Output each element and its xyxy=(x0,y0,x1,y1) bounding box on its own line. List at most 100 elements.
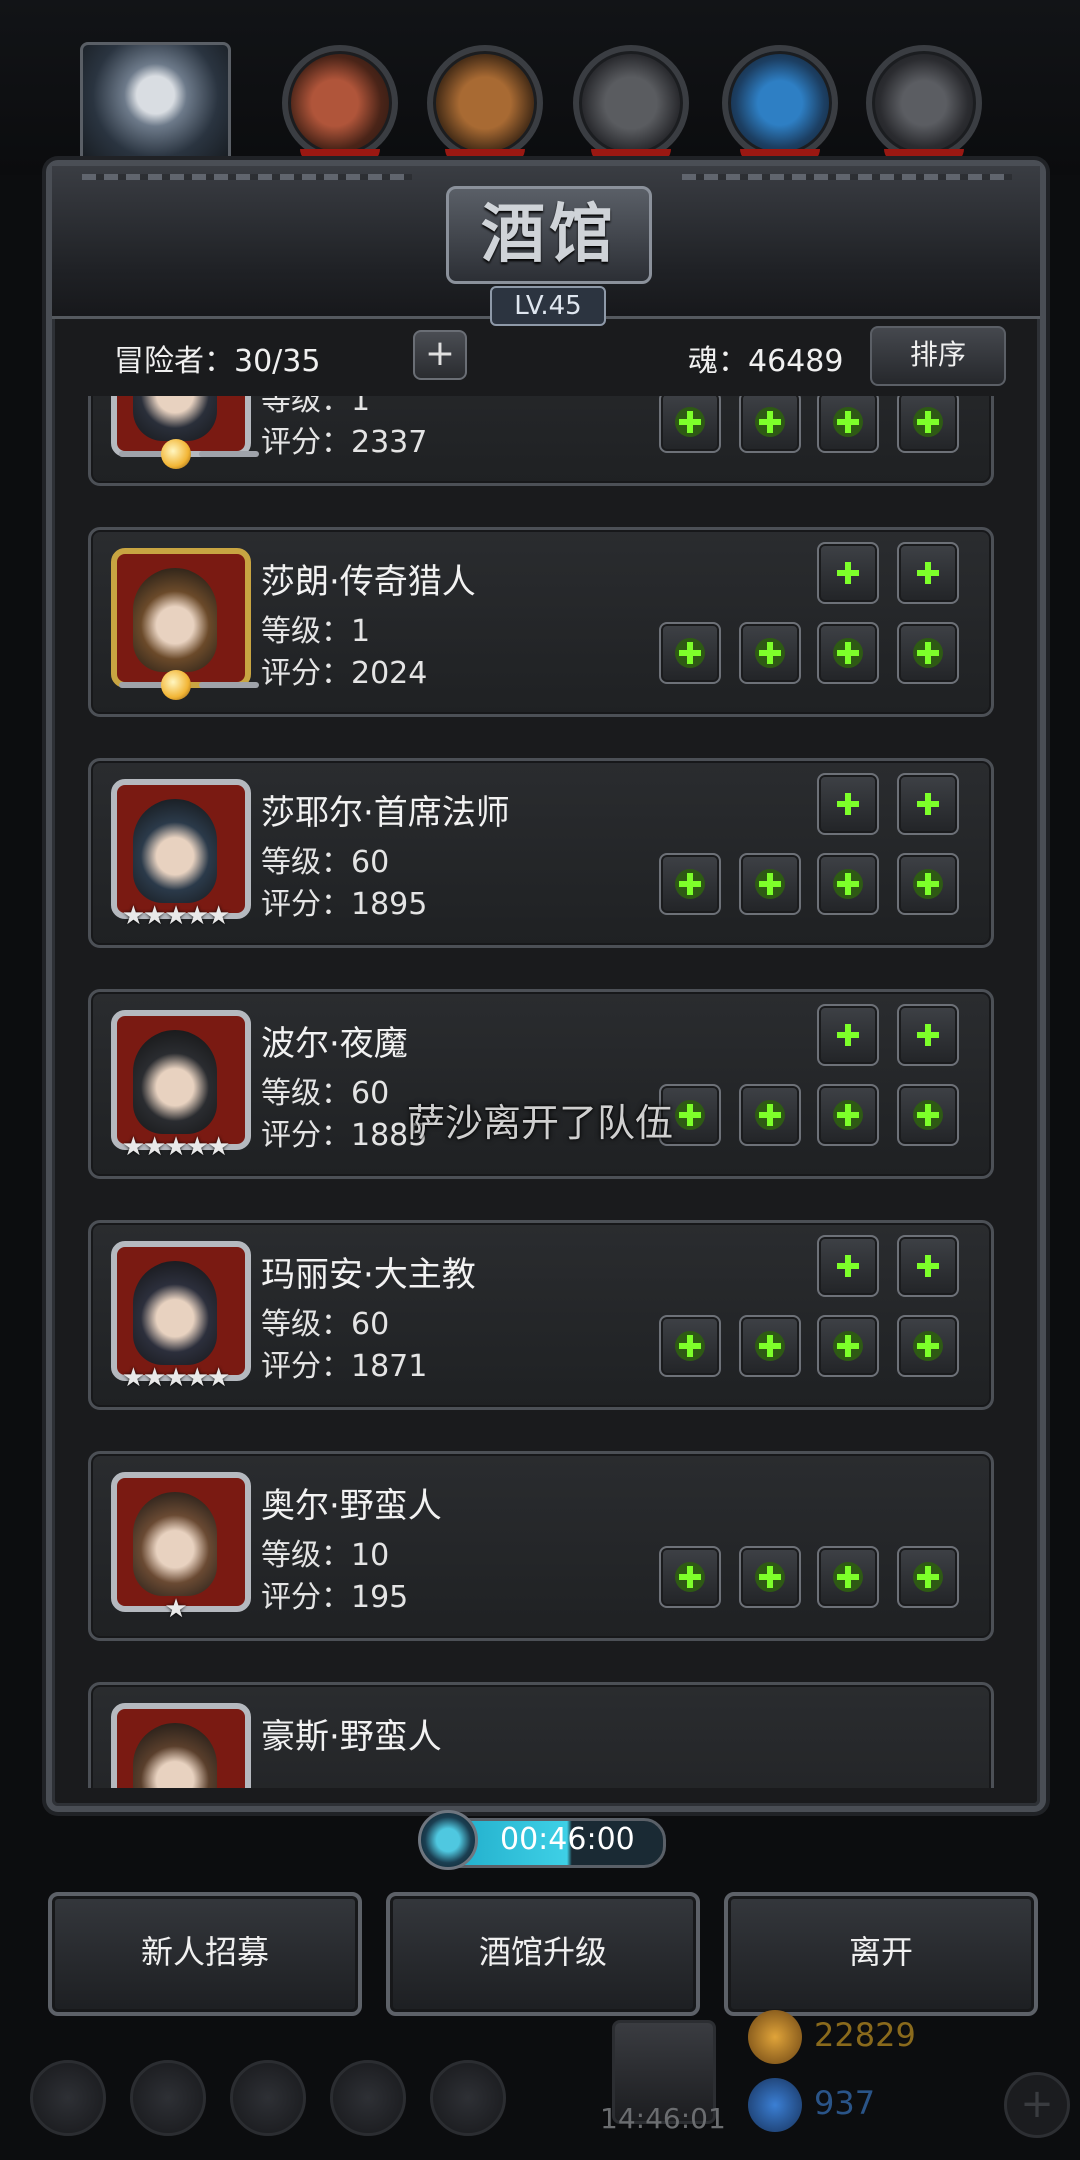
leave-button[interactable]: 离开 xyxy=(724,1892,1038,2016)
gear-slot[interactable] xyxy=(739,1084,801,1146)
gear-slot-special[interactable] xyxy=(897,773,959,835)
gear-slot[interactable] xyxy=(739,1315,801,1377)
hero-portrait[interactable] xyxy=(111,779,251,919)
gear-slot[interactable] xyxy=(897,622,959,684)
wood-icon[interactable] xyxy=(427,45,543,163)
chain-decoration xyxy=(682,174,1012,180)
hero-score: 评分：195 xyxy=(261,1580,409,1615)
hero-list[interactable]: 等级：1 评分：2337 莎朗·传奇猎人 等级：1 评分：2024 ★★★★★ 莎耶尔·首席… xyxy=(66,396,1014,1788)
add-icon xyxy=(675,1562,705,1592)
gear-slot-special[interactable] xyxy=(817,1004,879,1066)
gear-slot[interactable] xyxy=(659,1084,721,1146)
hero-face xyxy=(133,1030,217,1134)
gear-slot[interactable] xyxy=(817,1315,879,1377)
gear-slot-special[interactable] xyxy=(897,542,959,604)
add-icon xyxy=(913,558,943,588)
hero-card[interactable]: 等级：1 评分：2337 xyxy=(88,396,994,486)
add-icon xyxy=(833,1562,863,1592)
settings-icon[interactable] xyxy=(30,2060,106,2136)
crystal-icon[interactable] xyxy=(722,45,838,163)
player-avatar[interactable] xyxy=(80,42,231,173)
gear-slot[interactable] xyxy=(897,1315,959,1377)
hero-name: 莎朗·传奇猎人 xyxy=(261,562,476,602)
add-icon xyxy=(675,638,705,668)
gold-coin-icon xyxy=(748,2010,802,2064)
gear-slot[interactable] xyxy=(659,622,721,684)
add-icon xyxy=(833,1100,863,1130)
panel-header: 酒馆 LV.45 xyxy=(52,166,1040,326)
hero-portrait[interactable] xyxy=(111,1010,251,1150)
gear-slot[interactable] xyxy=(897,1084,959,1146)
hero-face xyxy=(133,1261,217,1365)
hero-level: 等级：1 xyxy=(261,614,371,649)
gear-slot[interactable] xyxy=(817,853,879,915)
add-icon xyxy=(913,869,943,899)
timer-text: 00:46:00 xyxy=(500,1822,635,1857)
expand-capacity-button[interactable]: + xyxy=(413,330,467,380)
gem-icon xyxy=(748,2078,802,2132)
hero-level: 等级：60 xyxy=(261,1076,390,1111)
gear-slot[interactable] xyxy=(659,1315,721,1377)
hero-card[interactable]: ★★★★★ 波尔·夜魔 等级：60 评分：1885 xyxy=(88,989,994,1179)
add-icon xyxy=(755,1331,785,1361)
hero-card[interactable]: 豪斯·野蛮人 xyxy=(88,1682,994,1788)
hero-level: 等级：1 xyxy=(261,396,371,418)
gear-slot[interactable] xyxy=(817,1546,879,1608)
gear-slot[interactable] xyxy=(817,622,879,684)
gear-slot[interactable] xyxy=(817,396,879,453)
gear-slot-special[interactable] xyxy=(817,1235,879,1297)
add-icon xyxy=(755,1562,785,1592)
gear-slot[interactable] xyxy=(817,1084,879,1146)
add-icon xyxy=(913,1562,943,1592)
gear-slot[interactable] xyxy=(897,396,959,453)
gear-slot[interactable] xyxy=(897,853,959,915)
recruit-button[interactable]: 新人招募 xyxy=(48,1892,362,2016)
gear-slot-special[interactable] xyxy=(817,773,879,835)
gear-slot[interactable] xyxy=(739,853,801,915)
soul-count: 魂：46489 xyxy=(688,344,844,379)
achievement-icon[interactable] xyxy=(130,2060,206,2136)
add-icon xyxy=(755,407,785,437)
map-icon[interactable] xyxy=(430,2060,506,2136)
add-icon xyxy=(833,1331,863,1361)
guild-icon[interactable] xyxy=(230,2060,306,2136)
gear-slot[interactable] xyxy=(897,1546,959,1608)
hero-portrait[interactable] xyxy=(111,1241,251,1381)
gear-slot[interactable] xyxy=(739,622,801,684)
gear-slot[interactable] xyxy=(659,396,721,453)
meat-icon[interactable] xyxy=(282,45,398,163)
upgrade-tavern-button[interactable]: 酒馆升级 xyxy=(386,1892,700,2016)
clock-text: 14:46:01 xyxy=(600,2102,726,2135)
hero-face xyxy=(133,396,217,441)
hero-level: 等级：60 xyxy=(261,845,390,880)
hero-name: 莎耶尔·首席法师 xyxy=(261,793,510,833)
hero-face xyxy=(133,1492,217,1596)
add-icon xyxy=(833,407,863,437)
hero-card[interactable]: 莎朗·传奇猎人 等级：1 评分：2024 xyxy=(88,527,994,717)
adventurer-count: 冒险者：30/35 xyxy=(114,344,321,379)
tavern-panel: 酒馆 LV.45 冒险者：30/35 + 魂：46489 排序 等级：1 评分：2… xyxy=(46,160,1046,1812)
gear-slot[interactable] xyxy=(739,396,801,453)
mail-icon[interactable] xyxy=(330,2060,406,2136)
hero-card[interactable]: ★★★★★ 莎耶尔·首席法师 等级：60 评分：1895 xyxy=(88,758,994,948)
info-bar: 冒险者：30/35 + 魂：46489 排序 xyxy=(70,326,1022,386)
hero-card[interactable]: ★ 奥尔·野蛮人 等级：10 评分：195 xyxy=(88,1451,994,1641)
gear-slot-special[interactable] xyxy=(897,1235,959,1297)
gear-slot-special[interactable] xyxy=(897,1004,959,1066)
hero-card[interactable]: ★★★★★ 玛丽安·大主教 等级：60 评分：1871 xyxy=(88,1220,994,1410)
gear-slot[interactable] xyxy=(739,1546,801,1608)
gear-slot[interactable] xyxy=(659,1546,721,1608)
add-icon xyxy=(913,1020,943,1050)
hero-portrait[interactable] xyxy=(111,1703,251,1788)
gear-slot-special[interactable] xyxy=(817,542,879,604)
sort-button[interactable]: 排序 xyxy=(870,326,1006,386)
moon-rank-icon xyxy=(161,670,191,700)
hero-name: 豪斯·野蛮人 xyxy=(261,1717,442,1757)
gear-slot[interactable] xyxy=(659,853,721,915)
stone-icon[interactable] xyxy=(866,45,982,163)
add-currency-button[interactable]: + xyxy=(1004,2072,1070,2138)
iron-icon[interactable] xyxy=(573,45,689,163)
hero-portrait[interactable] xyxy=(111,548,251,688)
hero-face xyxy=(133,799,217,903)
hero-portrait[interactable] xyxy=(111,1472,251,1612)
